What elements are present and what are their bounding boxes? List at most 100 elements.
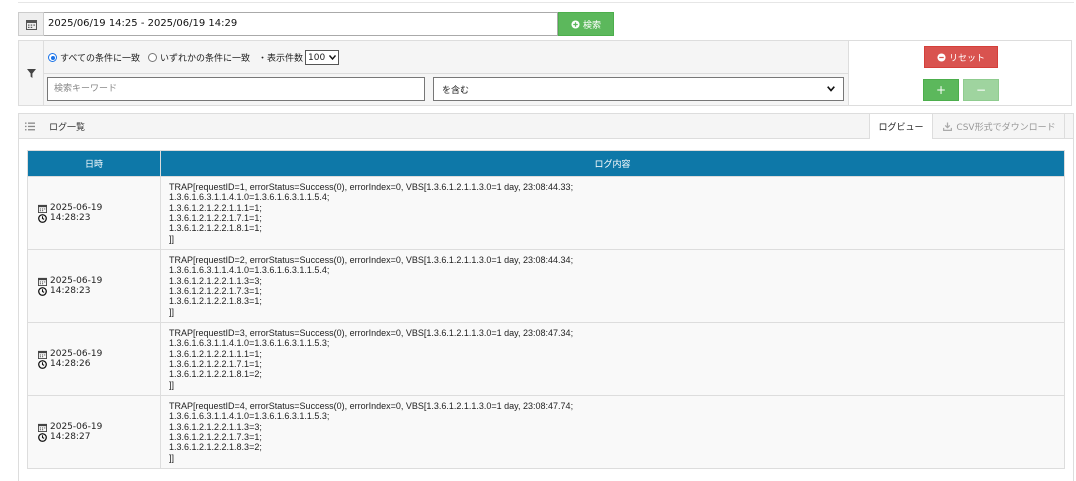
log-time: 14:28:26: [38, 359, 159, 369]
log-line: TRAP[requestID=4, errorStatus=Success(0)…: [169, 401, 574, 412]
table-row: 2025-06-19 14:28:23 TRAP[requestID=2, er…: [27, 249, 1065, 323]
log-date-cell: 2025-06-19 14:28:23: [27, 176, 161, 250]
calendar-icon: [38, 204, 47, 213]
reset-button-label: リセット: [948, 53, 985, 64]
log-line: ]]: [169, 452, 175, 463]
log-title: ログ一覧: [25, 114, 85, 138]
log-line: ]]: [169, 379, 175, 390]
log-time: 14:28:23: [38, 286, 159, 296]
column-header-content[interactable]: ログ内容: [160, 150, 1065, 177]
keyword-input[interactable]: 検索キーワード: [47, 77, 425, 101]
match-any-label: いずれかの条件に一致: [160, 54, 251, 64]
count-value: 100: [308, 52, 326, 63]
log-panel-header: ログ一覧 ログビュー CSV形式でダウンロード: [18, 113, 1074, 139]
log-line: TRAP[requestID=1, errorStatus=Success(0)…: [169, 182, 574, 193]
log-line: 1.3.6.1.2.1.2.2.1.1.3=3;: [169, 275, 262, 286]
log-line: 1.3.6.1.2.1.2.2.1.8.3=1;: [169, 296, 262, 307]
column-header-date[interactable]: 日時: [27, 150, 161, 177]
log-message-cell: TRAP[requestID=2, errorStatus=Success(0)…: [160, 249, 1065, 323]
clock-icon: [38, 359, 47, 369]
log-message-cell: TRAP[requestID=3, errorStatus=Success(0)…: [160, 322, 1065, 396]
log-time-value: 14:28:27: [50, 432, 91, 442]
calendar-icon: [38, 423, 47, 432]
log-date-value: 2025-06-19: [50, 276, 103, 286]
count-label: ・表示件数: [258, 54, 304, 64]
log-time-value: 14:28:23: [50, 286, 91, 296]
log-line: TRAP[requestID=2, errorStatus=Success(0)…: [169, 255, 574, 266]
log-line: 1.3.6.1.2.1.2.2.1.1.3=3;: [169, 421, 262, 432]
date-range-input[interactable]: 2025/06/19 14:25 - 2025/06/19 14:29: [44, 12, 558, 36]
filter-toggle[interactable]: [19, 41, 44, 105]
log-line: 1.3.6.1.2.1.2.2.1.7.3=1;: [169, 286, 262, 296]
log-time-value: 14:28:26: [50, 359, 91, 369]
log-date-value: 2025-06-19: [50, 422, 103, 432]
log-table-body: 2025-06-19 14:28:23 TRAP[requestID=1, er…: [27, 176, 1065, 469]
log-date-cell: 2025-06-19 14:28:26: [27, 322, 161, 396]
table-row: 2025-06-19 14:28:23 TRAP[requestID=1, er…: [27, 176, 1065, 250]
log-line: 1.3.6.1.2.1.2.2.1.7.1=1;: [169, 213, 262, 223]
match-any-radio[interactable]: [148, 53, 158, 62]
log-date-cell: 2025-06-19 14:28:27: [27, 395, 161, 469]
log-line: 1.3.6.1.6.3.1.1.4.1.0=1.3.6.1.6.3.1.1.5.…: [169, 411, 330, 422]
chevron-down-icon: [329, 55, 337, 60]
calendar-icon: [38, 350, 47, 359]
log-line: ]]: [169, 233, 175, 244]
log-line: 1.3.6.1.2.1.2.2.1.8.1=1;: [169, 223, 262, 234]
log-line: 1.3.6.1.2.1.2.2.1.8.3=2;: [169, 442, 262, 453]
log-date-value: 2025-06-19: [50, 349, 103, 359]
clock-icon: [38, 432, 47, 442]
log-date-cell: 2025-06-19 14:28:23: [27, 249, 161, 323]
log-time: 14:28:27: [38, 432, 159, 442]
remove-condition-button[interactable]: −: [963, 79, 999, 101]
match-all-radio[interactable]: [48, 53, 57, 62]
tab-csv-download[interactable]: CSV形式でダウンロード: [935, 114, 1065, 138]
date-range-row: 2025/06/19 14:25 - 2025/06/19 14:29 検索: [18, 12, 614, 36]
condition-value: を含む: [442, 85, 470, 96]
search-button-label: 検索: [582, 20, 601, 31]
log-date: 2025-06-19: [38, 203, 159, 213]
log-time: 14:28:23: [38, 213, 159, 223]
log-message-cell: TRAP[requestID=1, errorStatus=Success(0)…: [160, 176, 1065, 250]
log-date: 2025-06-19: [38, 276, 159, 286]
clock-icon: [38, 213, 47, 223]
log-line: TRAP[requestID=3, errorStatus=Success(0)…: [169, 328, 574, 339]
tab-csv-label: CSV形式でダウンロード: [956, 122, 1056, 133]
table-header-row: 日時 ログ内容: [27, 150, 1065, 177]
reset-button[interactable]: リセット: [924, 46, 998, 68]
log-title-label: ログ一覧: [49, 122, 86, 133]
condition-select[interactable]: を含む: [433, 77, 844, 101]
plus-circle-icon: [571, 19, 580, 29]
log-line: 1.3.6.1.2.1.2.2.1.8.1=2;: [169, 369, 262, 380]
count-select[interactable]: 100: [305, 50, 340, 65]
log-date-value: 2025-06-19: [50, 203, 103, 213]
log-date: 2025-06-19: [38, 422, 159, 432]
match-all-label: すべての条件に一致: [60, 54, 141, 64]
calendar-icon: [25, 19, 37, 30]
filter-actions: リセット + −: [848, 41, 1071, 105]
match-options: すべての条件に一致 いずれかの条件に一致 ・表示件数 100: [48, 50, 340, 65]
top-divider: [18, 2, 1074, 3]
log-time-value: 14:28:23: [50, 213, 91, 223]
download-icon: [943, 121, 953, 131]
log-line: ]]: [169, 306, 175, 317]
chevron-down-icon: [827, 86, 835, 92]
search-button[interactable]: 検索: [558, 12, 614, 36]
table-row: 2025-06-19 14:28:26 TRAP[requestID=3, er…: [27, 322, 1065, 396]
add-condition-button[interactable]: +: [923, 79, 959, 101]
minus-circle-icon: [937, 52, 946, 62]
log-line: 1.3.6.1.6.3.1.1.4.1.0=1.3.6.1.6.3.1.1.5.…: [169, 338, 330, 349]
table-row: 2025-06-19 14:28:27 TRAP[requestID=4, er…: [27, 395, 1065, 469]
log-line: 1.3.6.1.2.1.2.2.1.1.1=1;: [169, 202, 262, 213]
clock-icon: [38, 286, 47, 296]
filter-panel: すべての条件に一致 いずれかの条件に一致 ・表示件数 100 検索キーワード を…: [18, 40, 1072, 106]
log-line: 1.3.6.1.6.3.1.1.4.1.0=1.3.6.1.6.3.1.1.5.…: [169, 265, 330, 276]
log-message-cell: TRAP[requestID=4, errorStatus=Success(0)…: [160, 395, 1065, 469]
list-icon: [25, 122, 35, 131]
filter-icon: [26, 68, 36, 78]
log-line: 1.3.6.1.6.3.1.1.4.1.0=1.3.6.1.6.3.1.1.5.…: [169, 192, 330, 203]
tab-log-view[interactable]: ログビュー: [869, 114, 933, 139]
log-line: 1.3.6.1.2.1.2.2.1.1.1=1;: [169, 348, 262, 359]
log-date: 2025-06-19: [38, 349, 159, 359]
date-picker-button[interactable]: [18, 12, 44, 36]
log-line: 1.3.6.1.2.1.2.2.1.7.3=1;: [169, 432, 262, 442]
